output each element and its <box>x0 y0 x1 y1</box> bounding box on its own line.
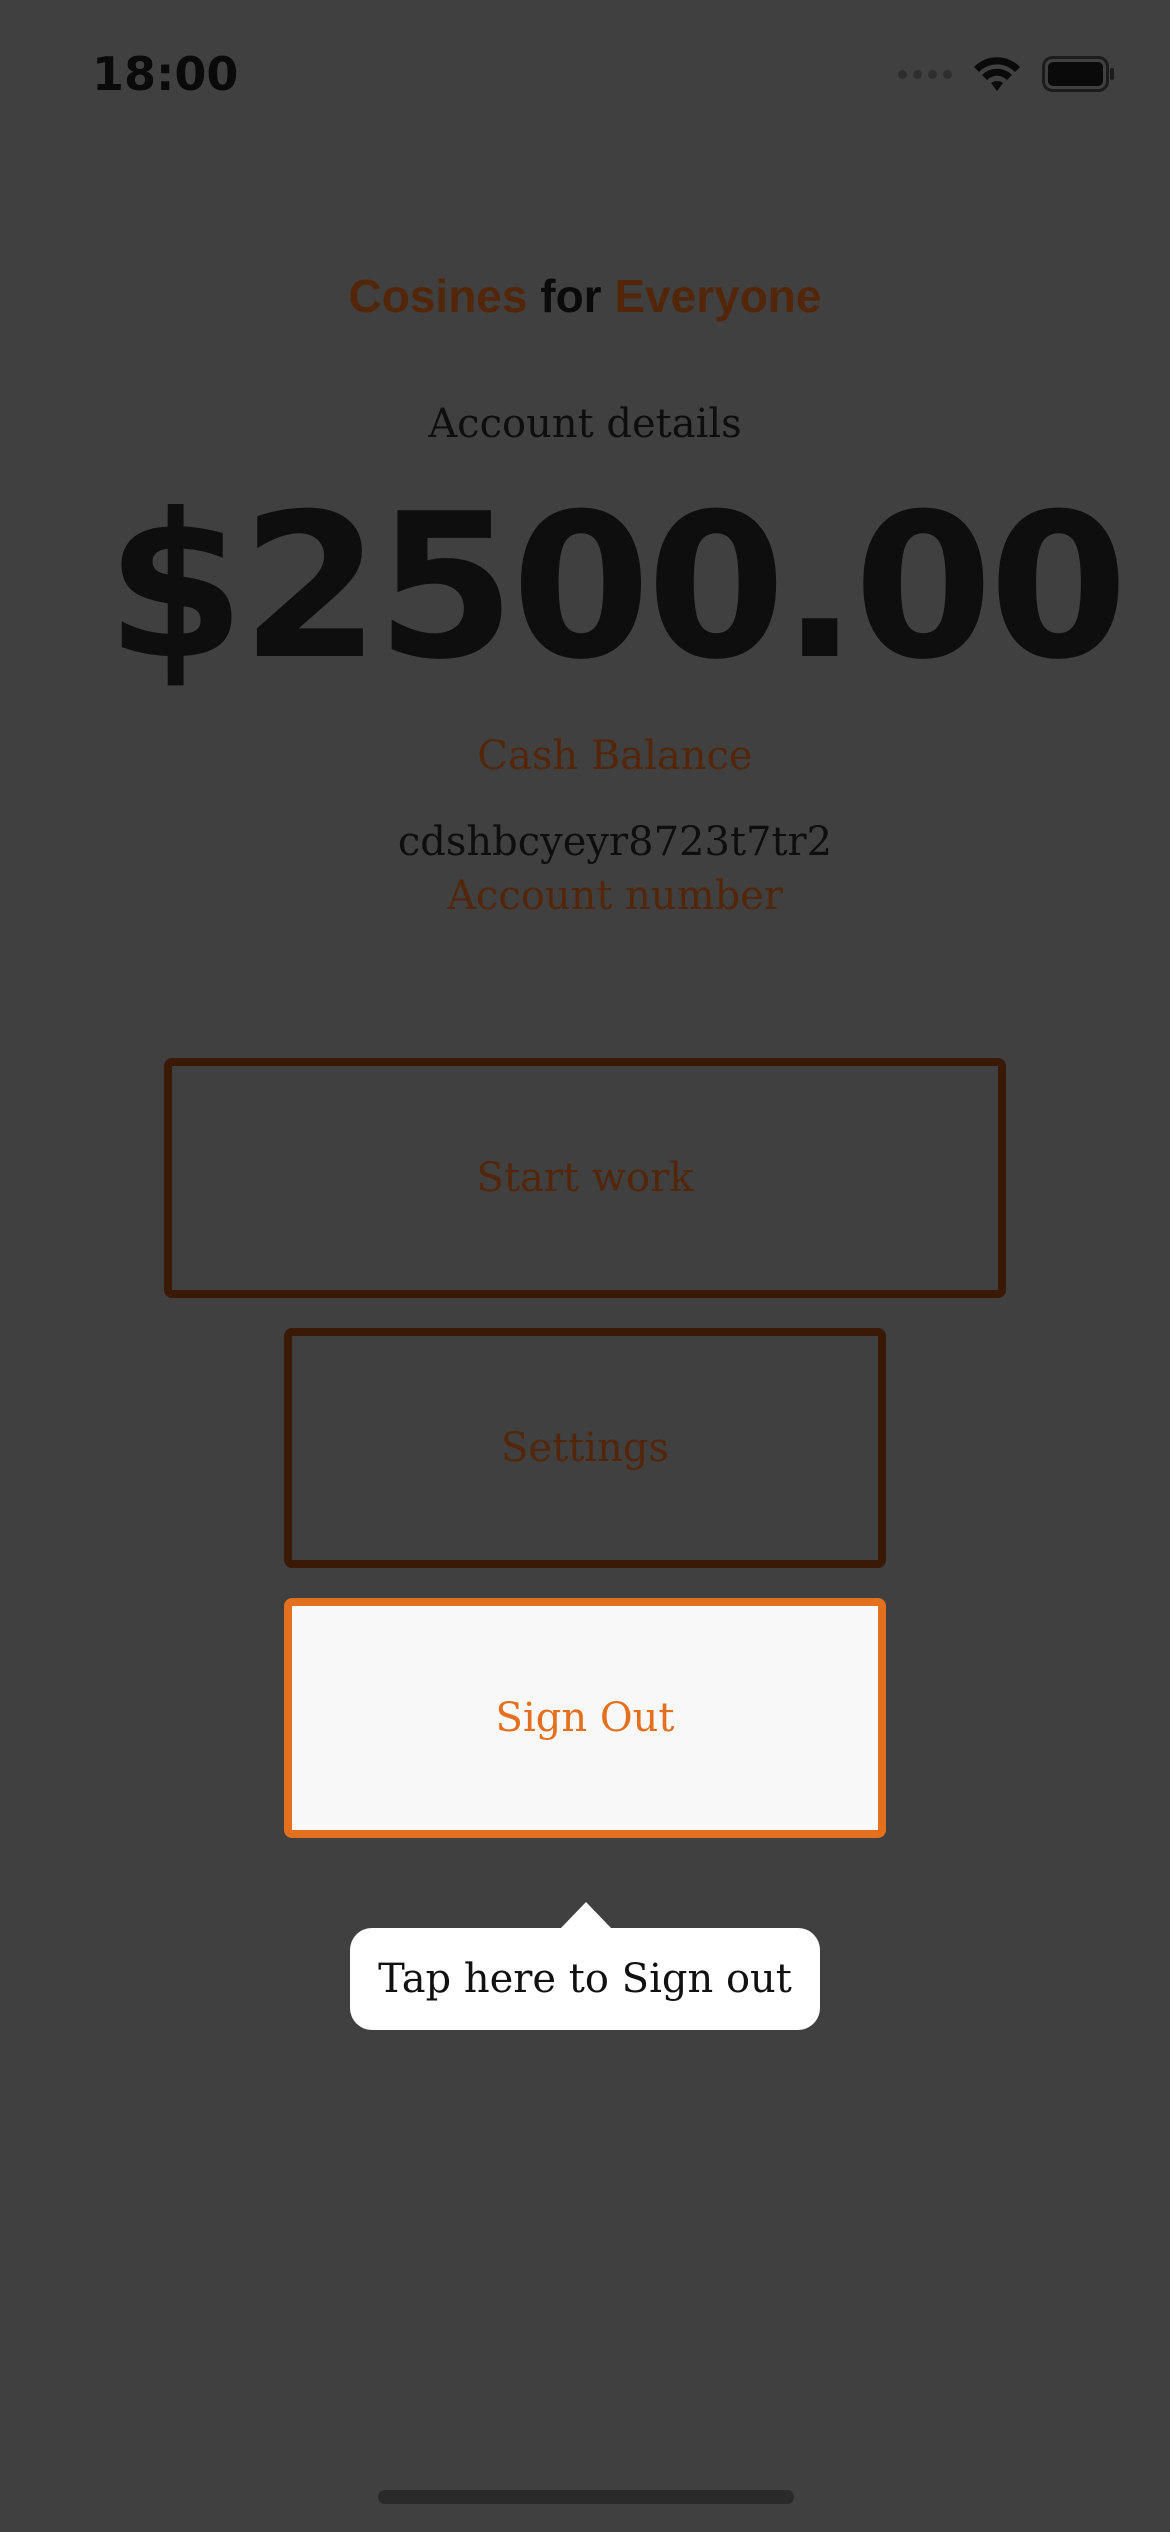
wifi-icon <box>974 57 1020 91</box>
app-title-part-2: for <box>540 270 602 322</box>
settings-button[interactable]: Settings <box>284 1328 886 1568</box>
battery-icon <box>1042 56 1114 92</box>
start-work-button[interactable]: Start work <box>164 1058 1006 1298</box>
cash-balance-label: Cash Balance <box>477 733 753 779</box>
status-bar-time: 18:00 <box>92 47 239 101</box>
account-number-value: cdshbcyeyr8723t7tr2 <box>397 819 833 865</box>
sign-out-tooltip: Tap here to Sign out <box>350 1928 820 2030</box>
sign-out-button[interactable]: Sign Out <box>284 1598 886 1838</box>
sign-out-label: Sign Out <box>495 1695 675 1741</box>
app-title-part-1: Cosines <box>348 270 528 322</box>
signal-icon <box>898 69 952 79</box>
tooltip-text: Tap here to Sign out <box>378 1956 792 2002</box>
account-number-label: Account number <box>447 873 783 919</box>
tooltip-arrow <box>560 1902 612 1929</box>
settings-label: Settings <box>501 1425 669 1471</box>
app-title: Cosines for Everyone <box>0 266 1170 326</box>
status-bar-icons <box>898 50 1116 98</box>
cash-balance-amount: $2500.00 <box>105 471 1128 704</box>
start-work-label: Start work <box>476 1155 694 1201</box>
app-title-part-3: Everyone <box>614 270 822 322</box>
account-details-heading: Account details <box>428 401 742 447</box>
home-indicator[interactable] <box>378 2490 794 2504</box>
